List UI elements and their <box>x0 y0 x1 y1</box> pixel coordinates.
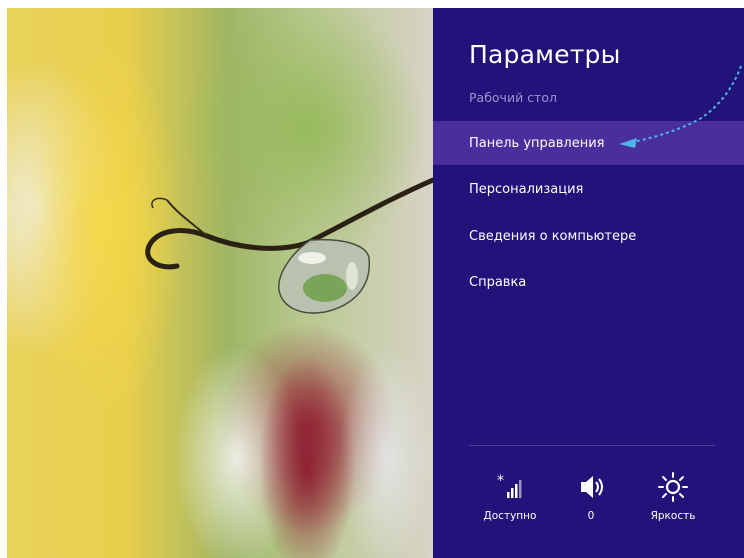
charm-subtitle: Рабочий стол <box>469 90 557 105</box>
menu-item-control-panel[interactable]: Панель управления <box>433 121 744 165</box>
divider <box>469 445 715 446</box>
network-icon: * <box>470 470 550 504</box>
menu-item-help[interactable]: Справка <box>433 260 744 304</box>
menu-item-label: Сведения о компьютере <box>469 228 637 244</box>
brightness-icon <box>633 470 713 504</box>
volume-icon <box>551 470 631 504</box>
menu-item-label: Справка <box>469 274 527 290</box>
menu-item-label: Панель управления <box>469 135 605 151</box>
menu-item-label: Персонализация <box>469 181 584 197</box>
desktop-wallpaper <box>7 8 433 558</box>
charm-title: Параметры <box>469 40 621 69</box>
menu-item-pc-info[interactable]: Сведения о компьютере <box>433 214 744 258</box>
network-label: Доступно <box>483 510 537 522</box>
volume-button[interactable]: 0 <box>551 470 631 522</box>
volume-label: 0 <box>587 510 595 522</box>
network-button[interactable]: * Доступно <box>470 470 550 522</box>
water-drop-image <box>145 177 433 314</box>
svg-text:*: * <box>497 473 504 489</box>
brightness-button[interactable]: Яркость <box>633 470 713 522</box>
menu-item-personalization[interactable]: Персонализация <box>433 167 744 211</box>
settings-charm-panel: Параметры Рабочий стол Панель управления… <box>433 8 744 558</box>
brightness-label: Яркость <box>650 510 696 522</box>
